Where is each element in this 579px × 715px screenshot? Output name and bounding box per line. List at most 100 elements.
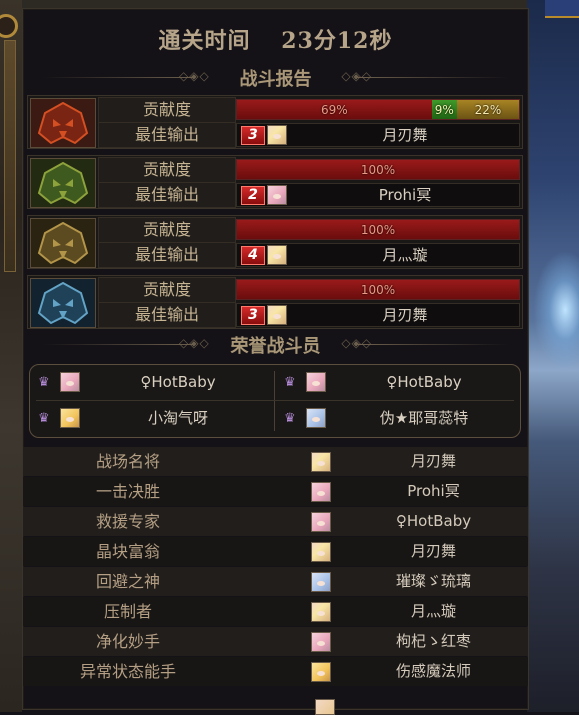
contribution-label: 贡献度 <box>98 97 236 123</box>
award-title: 净化妙手 <box>95 632 160 651</box>
crown-icon: ♛ <box>38 375 50 390</box>
contribution-label: 贡献度 <box>98 277 236 303</box>
best-output-label: 最佳输出 <box>98 182 236 208</box>
best-output-player[interactable]: 2 Prohi冥 <box>236 183 520 207</box>
player-name: 月刃舞 <box>382 306 428 324</box>
contribution-segment: 9% <box>431 100 457 119</box>
report-row: 贡献度 最佳输出 100% 2 Prohi冥 <box>27 155 523 209</box>
avatar <box>267 305 287 325</box>
avatar <box>267 185 287 205</box>
contribution-bar: 100% <box>236 279 520 300</box>
award-title: 晶块富翁 <box>95 542 160 561</box>
avatar <box>311 572 331 592</box>
rank-badge: 3 <box>241 126 265 145</box>
crown-icon: ♛ <box>284 411 296 426</box>
avatar <box>311 512 331 532</box>
contribution-label: 贡献度 <box>98 217 236 243</box>
green-demon-icon <box>30 158 96 208</box>
ornament-icon: ◇◈◇ <box>179 336 210 350</box>
best-output-player[interactable]: 3 月刃舞 <box>236 123 520 147</box>
contribution-segment: 69% <box>237 100 432 119</box>
honor-member-name: 小淘气呀 <box>147 409 208 427</box>
top-strip <box>22 0 527 8</box>
avatar <box>311 482 331 502</box>
avatar <box>60 408 80 428</box>
battle-report-header: ◇◈◇ 战斗报告 ◇◈◇ <box>23 65 528 90</box>
side-ornament <box>4 40 16 272</box>
crown-icon: ♛ <box>38 411 50 426</box>
player-name: 月灬璇 <box>382 246 428 264</box>
honor-member[interactable]: ♛ ♀HotBaby <box>276 367 516 397</box>
best-output-label: 最佳输出 <box>98 122 236 148</box>
avatar <box>306 408 326 428</box>
clear-time-value: 23分12秒 <box>281 28 393 54</box>
top-banner-fragment <box>545 0 579 18</box>
ornament-icon: ◇◈◇ <box>341 69 372 83</box>
award-player-name: 月刃舞 <box>410 452 456 470</box>
player-name: Prohi冥 <box>378 186 432 204</box>
avatar <box>267 245 287 265</box>
clear-time-label: 通关时间 <box>158 28 251 54</box>
background-left <box>0 0 22 712</box>
crown-icon: ♛ <box>284 375 296 390</box>
rank-badge: 2 <box>241 186 265 205</box>
contribution-segment: 100% <box>237 280 519 299</box>
ornament-icon: ◇◈◇ <box>179 69 210 83</box>
avatar <box>311 542 331 562</box>
honor-member-name: 伪★耶哥蕊特 <box>379 409 469 427</box>
avatar <box>267 125 287 145</box>
award-row[interactable]: 净化妙手 枸杞ゝ红枣 <box>23 627 528 656</box>
avatar <box>311 452 331 472</box>
honor-member-name: ♀HotBaby <box>386 373 462 391</box>
clear-time-title: 通关时间 23分12秒 <box>23 23 528 55</box>
award-title: 异常状态能手 <box>79 662 176 681</box>
award-row[interactable]: 战场名将 月刃舞 <box>23 447 528 476</box>
battle-result-panel: 通关时间 23分12秒 ◇◈◇ 战斗报告 ◇◈◇ 贡献度 最佳输出 69% 9% 22%… <box>22 8 529 715</box>
contribution-segment: 100% <box>237 160 519 179</box>
contribution-bar: 100% <box>236 219 520 240</box>
honor-member[interactable]: ♛ ♀HotBaby <box>30 367 270 397</box>
best-output-label: 最佳输出 <box>98 302 236 328</box>
award-row[interactable]: 压制者 月灬璇 <box>23 597 528 626</box>
honor-title: 荣誉战斗员 <box>230 336 321 357</box>
report-row: 贡献度 最佳输出 100% 3 月刃舞 <box>27 275 523 329</box>
avatar <box>306 372 326 392</box>
player-name: 月刃舞 <box>382 126 428 144</box>
award-player-name: ♀HotBaby <box>395 512 472 530</box>
award-title: 救援专家 <box>95 512 160 531</box>
contribution-segment: 100% <box>237 220 519 239</box>
best-output-player[interactable]: 4 月灬璇 <box>236 243 520 267</box>
avatar <box>311 662 331 682</box>
background-right <box>527 0 579 712</box>
award-row[interactable]: 回避之神 璀璨ゞ琉璃 <box>23 567 528 596</box>
honor-header: ◇◈◇ 荣誉战斗员 ◇◈◇ <box>23 332 528 357</box>
ice-demon-icon <box>30 278 96 328</box>
best-output-player[interactable]: 3 月刃舞 <box>236 303 520 327</box>
avatar <box>311 602 331 622</box>
gold-demon-icon <box>30 218 96 268</box>
ring-ornament <box>0 14 18 38</box>
award-row[interactable]: 救援专家 ♀HotBaby <box>23 507 528 536</box>
award-player-name: 枸杞ゝ红枣 <box>395 632 471 650</box>
award-row[interactable]: 晶块富翁 月刃舞 <box>23 537 528 566</box>
award-row[interactable]: 异常状态能手 伤感魔法师 <box>23 657 528 686</box>
best-output-label: 最佳输出 <box>98 242 236 268</box>
report-row: 贡献度 最佳输出 69% 9% 22% 3 月刃舞 <box>27 95 523 149</box>
portal-glow <box>533 250 579 370</box>
award-player-name: 伤感魔法师 <box>395 662 471 680</box>
avatar <box>311 632 331 652</box>
honor-member[interactable]: ♛ 小淘气呀 <box>30 403 270 433</box>
battle-report-title: 战斗报告 <box>239 69 312 90</box>
rank-badge: 4 <box>241 246 265 265</box>
award-row[interactable]: 一击决胜 Prohi冥 <box>23 477 528 506</box>
fire-demon-icon <box>30 98 96 148</box>
award-title: 压制者 <box>103 602 152 621</box>
avatar <box>60 372 80 392</box>
honor-member[interactable]: ♛ 伪★耶哥蕊特 <box>276 403 516 433</box>
contribution-bar: 100% <box>236 159 520 180</box>
avatar <box>315 699 335 715</box>
award-player-name: 月灬璇 <box>410 602 456 620</box>
rank-badge: 3 <box>241 306 265 325</box>
contribution-segment: 22% <box>456 100 519 119</box>
contribution-bar: 69% 9% 22% <box>236 99 520 120</box>
